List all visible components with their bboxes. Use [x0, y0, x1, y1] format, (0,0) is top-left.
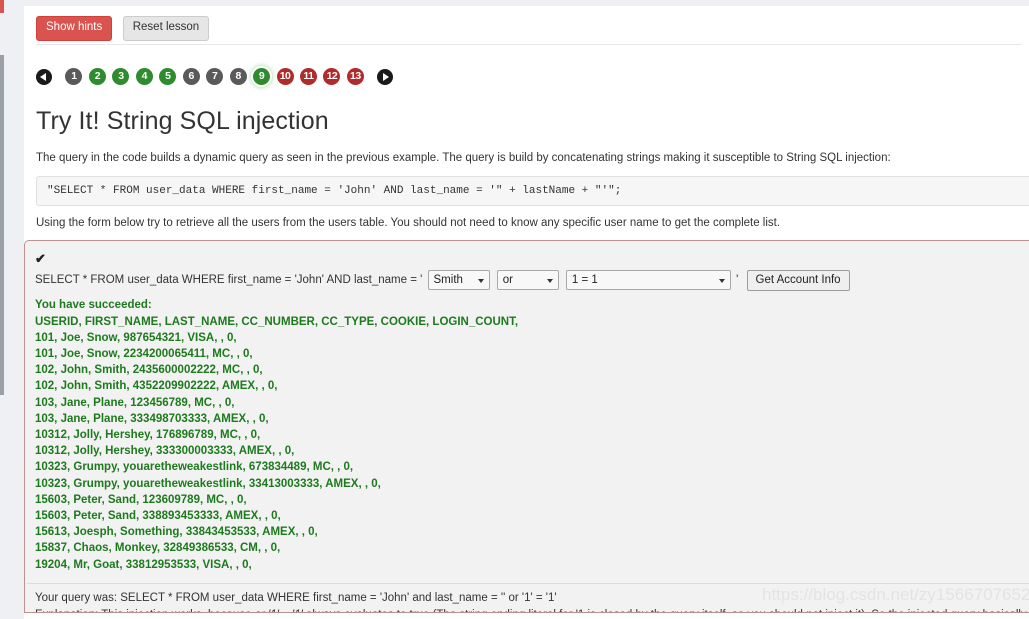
executed-query-text: Your query was: SELECT * FROM user_data … — [35, 591, 557, 604]
table-row: 10323, Grumpy, youaretheweakestlink, 673… — [35, 461, 354, 474]
lesson-content: Try It! String SQL injection The query i… — [24, 107, 1029, 231]
lesson-instruction-text: Using the form below try to retrieve all… — [36, 216, 781, 229]
table-row: 101, Joe, Snow, 2234200065411, MC, , 0, — [35, 347, 253, 360]
page-dot-10[interactable]: 10 — [276, 68, 294, 85]
lesson-page: Show hints Reset lesson 1 2 3 4 5 6 7 8 … — [24, 6, 1029, 619]
table-row: 15837, Chaos, Monkey, 32849386533, CM, ,… — [35, 542, 281, 555]
table-row: 15603, Peter, Sand, 123609789, MC, , 0, — [35, 493, 247, 506]
table-row: 10312, Jolly, Hershey, 176896789, MC, , … — [35, 428, 261, 441]
query-suffix-label: ' — [736, 274, 739, 287]
page-scrollbar[interactable] — [0, 55, 4, 395]
page-dot-13[interactable]: 13 — [346, 68, 364, 85]
table-row: 15613, Joesph, Something, 33843453533, A… — [35, 526, 318, 539]
attack-status-row: ✔ — [25, 247, 1029, 267]
check-icon: ✔ — [35, 251, 46, 267]
injection-form: SELECT * FROM user_data WHERE first_name… — [25, 264, 1029, 295]
page-dot-11[interactable]: 11 — [299, 68, 317, 85]
toolbar-divider — [36, 43, 1022, 45]
page-dot-5[interactable]: 5 — [159, 68, 177, 85]
page-bottom-edge — [24, 612, 1029, 619]
lesson-toolbar: Show hints Reset lesson — [24, 6, 1029, 52]
lesson-pagination: 1 2 3 4 5 6 7 8 9 10 11 12 13 — [24, 52, 1029, 93]
page-dot-2[interactable]: 2 — [88, 68, 106, 85]
condition-select[interactable]: 1 = 1 — [565, 270, 731, 291]
table-row: 15603, Peter, Sand, 338893453333, AMEX, … — [35, 509, 281, 522]
left-chrome-strip — [0, 0, 24, 619]
sql-code-block: "SELECT * FROM user_data WHERE first_nam… — [36, 175, 1029, 206]
table-row: 10323, Grumpy, youaretheweakestlink, 334… — [35, 477, 381, 490]
get-account-info-button[interactable]: Get Account Info — [746, 269, 850, 291]
table-row: 10312, Jolly, Hershey, 333300003333, AME… — [35, 445, 295, 458]
table-row: 103, Jane, Plane, 123456789, MC, , 0, — [35, 396, 235, 409]
success-message: You have succeeded: — [35, 299, 152, 312]
page-dot-6[interactable]: 6 — [182, 68, 200, 85]
results-output: You have succeeded: USERID, FIRST_NAME, … — [25, 295, 1029, 582]
results-header-row: USERID, FIRST_NAME, LAST_NAME, CC_NUMBER… — [35, 315, 519, 328]
operator-select[interactable]: or — [496, 270, 559, 291]
page-dot-3[interactable]: 3 — [112, 68, 130, 85]
lesson-intro-text: The query in the code builds a dynamic q… — [36, 152, 891, 164]
page-dot-8[interactable]: 8 — [229, 68, 247, 85]
right-arrow-icon[interactable] — [377, 68, 394, 85]
last-name-select[interactable]: Smith — [427, 270, 490, 291]
table-row: 103, Jane, Plane, 333498703333, AMEX, , … — [35, 412, 269, 425]
page-dot-1[interactable]: 1 — [65, 68, 83, 85]
attack-panel: ✔ SELECT * FROM user_data WHERE first_na… — [24, 240, 1029, 619]
table-row: 102, John, Smith, 2435600002222, MC, , 0… — [35, 364, 263, 377]
left-accent-marker — [0, 0, 4, 13]
table-row: 19204, Mr, Goat, 33812953533, VISA, , 0, — [35, 558, 252, 571]
browser-viewport: Show hints Reset lesson 1 2 3 4 5 6 7 8 … — [0, 0, 1029, 619]
table-row: 102, John, Smith, 4352209902222, AMEX, ,… — [35, 380, 278, 393]
left-arrow-icon[interactable] — [36, 68, 52, 85]
page-dot-9[interactable]: 9 — [253, 68, 271, 85]
page-dot-4[interactable]: 4 — [135, 68, 153, 85]
query-prefix-label: SELECT * FROM user_data WHERE first_name… — [35, 274, 423, 287]
page-dot-12[interactable]: 12 — [323, 68, 341, 85]
page-dot-7[interactable]: 7 — [206, 68, 224, 85]
reset-lesson-button[interactable]: Reset lesson — [122, 16, 210, 41]
page-title: Try It! String SQL injection — [36, 107, 329, 135]
show-hints-button[interactable]: Show hints — [36, 16, 113, 41]
table-row: 101, Joe, Snow, 987654321, VISA, , 0, — [35, 331, 237, 344]
